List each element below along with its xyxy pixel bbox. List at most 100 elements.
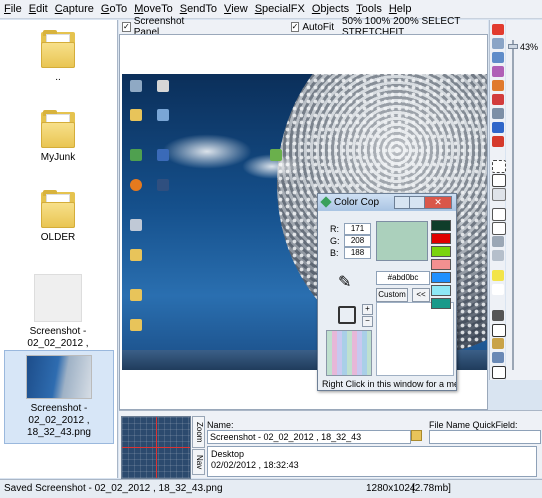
desktop-icon [130, 109, 142, 121]
info-box[interactable]: Desktop 02/02/2012 , 18:32:43 [207, 446, 537, 477]
undo-icon[interactable] [492, 122, 504, 133]
file-label: Screenshot - 02_02_2012 , 18_32_43.png [27, 403, 91, 438]
cloud [162, 134, 252, 169]
navigator-preview[interactable] [121, 416, 191, 479]
color-swatch[interactable] [431, 220, 451, 231]
expand-button[interactable]: << [412, 288, 430, 302]
color-swatch[interactable] [431, 298, 451, 309]
maximize-button[interactable] [409, 196, 425, 209]
pointer-icon[interactable] [492, 284, 504, 295]
file-item[interactable]: Screenshot - 02_02_2012 , 18_32_43.png [4, 350, 114, 444]
zoom-slider-thumb[interactable] [508, 44, 518, 49]
color-cop-window[interactable]: Color Cop ✕ R: G: B: 171 208 188 ✎ #abd0… [317, 193, 457, 391]
flag-icon[interactable] [492, 94, 504, 105]
crop-icon[interactable] [492, 174, 506, 187]
resize-icon[interactable] [492, 208, 506, 221]
screenshot-panel-checkbox[interactable]: ✓ [122, 22, 131, 32]
text-icon[interactable] [492, 324, 506, 337]
autofit-checkbox[interactable]: ✓ [290, 22, 300, 32]
thumbnail [26, 355, 92, 399]
eyedropper-tool-icon[interactable] [492, 310, 504, 321]
name-field[interactable]: Screenshot - 02_02_2012 , 18_32_43 [207, 430, 411, 444]
file-browser-panel[interactable]: .. MyJunk OLDER Screenshot - 02_02_2012 , 1… [0, 20, 118, 478]
info-line-1: Desktop [211, 449, 245, 459]
menu-tools[interactable]: Tools [356, 3, 382, 15]
frame-icon[interactable] [492, 366, 506, 379]
menu-capture[interactable]: Capture [55, 3, 94, 15]
quickfield-input[interactable] [429, 430, 541, 444]
tab-nav[interactable]: Nav [192, 449, 205, 475]
close-button[interactable]: ✕ [424, 196, 452, 209]
b-value[interactable]: 188 [344, 247, 371, 259]
folder-icon [41, 110, 75, 148]
grayscale-icon[interactable] [492, 250, 504, 261]
r-value[interactable]: 171 [344, 223, 371, 235]
right-toolbar [489, 20, 506, 380]
zoom-slider-track[interactable] [512, 40, 514, 370]
wrench-icon[interactable] [492, 38, 504, 49]
menu-view[interactable]: View [224, 3, 248, 15]
menu-sendto[interactable]: SendTo [180, 3, 217, 15]
color-swatch[interactable] [431, 259, 451, 270]
desktop-icon [130, 249, 142, 261]
nav-crosshair-v [156, 417, 157, 478]
desktop-icon [157, 80, 169, 92]
border-icon[interactable] [492, 236, 504, 247]
folder-icon [41, 30, 75, 68]
info-panel: Zoom Nav Name: Screenshot - 02_02_2012 ,… [119, 410, 542, 479]
menu-help[interactable]: Help [389, 3, 412, 15]
highlight-icon[interactable] [492, 270, 504, 281]
hex-value[interactable]: #abd0bc [376, 271, 430, 285]
color-cop-icon [320, 196, 332, 208]
desktop-icon [130, 149, 142, 161]
custom-button[interactable]: Custom [376, 288, 408, 302]
status-dimensions: 1280x1024 [366, 483, 416, 494]
color-swatch[interactable] [431, 233, 451, 244]
menu-objects[interactable]: Objects [312, 3, 349, 15]
desktop-icon [130, 179, 142, 191]
desktop-icon [157, 109, 169, 121]
screenshot-panel-header: ✓ Screenshot Panel ✓ AutoFit 50% 100% 20… [119, 16, 488, 38]
minimize-button[interactable] [394, 196, 410, 209]
image-icon[interactable] [492, 338, 504, 349]
menu-moveto[interactable]: MoveTo [134, 3, 173, 15]
g-value[interactable]: 208 [344, 235, 371, 247]
menu-file[interactable]: File [4, 3, 22, 15]
file-item[interactable]: .. [4, 26, 112, 88]
zoom-slider-panel: 43% [506, 20, 542, 380]
tab-zoom[interactable]: Zoom [192, 416, 205, 448]
magnifier-icon[interactable] [338, 306, 356, 324]
file-item[interactable]: OLDER [4, 186, 112, 248]
color-cop-footer: Right Click in this window for a men [322, 379, 456, 389]
color-swatch[interactable] [431, 246, 451, 257]
color-swatch[interactable] [431, 272, 451, 283]
eyedropper-icon[interactable]: ✎ [338, 274, 352, 292]
select-icon[interactable] [492, 160, 506, 173]
file-label: .. [55, 72, 61, 83]
marker-icon[interactable] [492, 136, 504, 147]
color-swatch[interactable] [431, 285, 451, 296]
thumbnail [34, 274, 82, 322]
zoom-out-button[interactable]: − [362, 316, 373, 327]
file-label: OLDER [40, 232, 76, 243]
folder-icon[interactable] [411, 430, 422, 441]
printer-icon[interactable] [492, 108, 504, 119]
rotate-icon[interactable] [492, 222, 506, 235]
shadow-icon[interactable] [492, 188, 506, 201]
file-item[interactable]: MyJunk [4, 106, 112, 168]
folder-icon [41, 190, 75, 228]
menu-specialfx[interactable]: SpecialFX [255, 3, 305, 15]
edit-icon[interactable] [492, 66, 504, 77]
color-cop-title: Color Cop [334, 197, 380, 208]
save-icon[interactable] [492, 52, 504, 63]
gallery-icon[interactable] [492, 352, 504, 363]
desktop-icon [130, 80, 142, 92]
menu-goto[interactable]: GoTo [101, 3, 127, 15]
desktop-icon [270, 149, 282, 161]
delete-icon[interactable] [492, 24, 504, 35]
desktop-icon [130, 289, 142, 301]
menu-edit[interactable]: Edit [29, 3, 48, 15]
stamp-icon[interactable] [492, 80, 504, 91]
file-label: MyJunk [40, 152, 76, 163]
zoom-in-button[interactable]: + [362, 304, 373, 315]
